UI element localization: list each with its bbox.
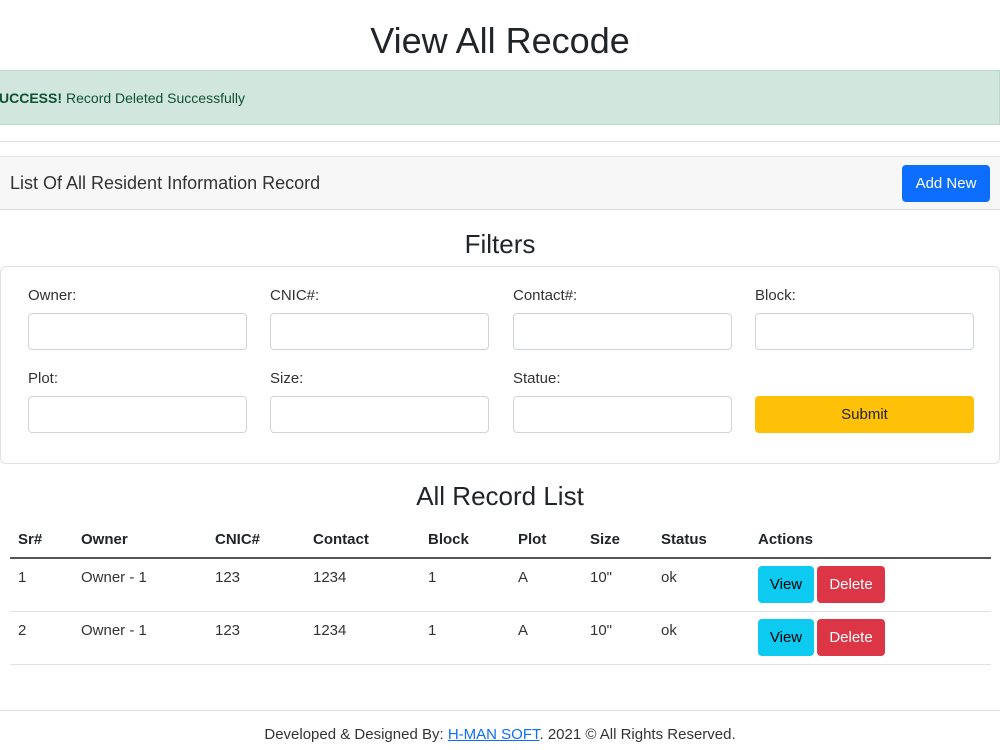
alert-message: Record Deleted Successfully [66,89,245,106]
cell-sr: 2 [10,611,73,665]
col-size: Size [582,522,653,559]
cell-status: ok [653,611,750,665]
submit-button[interactable]: Submit [755,396,974,433]
list-title: All Record List [416,481,584,511]
cell-plot: A [510,611,582,665]
cell-actions: View Delete [750,558,991,612]
col-actions: Actions [750,522,991,559]
filter-form: Owner: CNIC#: Contact#: Block: Plot: Siz… [0,266,1000,464]
cell-status: ok [653,558,750,612]
col-status: Status [653,522,750,559]
block-label: Block: [755,287,796,304]
col-sr: Sr# [10,522,73,559]
footer-suffix: . 2021 © All Rights Reserved. [539,726,736,743]
delete-button[interactable]: Delete [817,566,885,603]
footer-divider [0,710,1000,711]
cell-contact: 1234 [305,558,420,612]
page-title: View All Recode [370,20,630,61]
table-row: 2 Owner - 1 123 1234 1 A 10" ok View Dele… [10,611,991,665]
statue-label: Statue: [513,370,561,387]
record-list-header: List Of All Resident Information Record … [0,156,1000,210]
col-plot: Plot [510,522,582,559]
add-new-button[interactable]: Add New [902,164,990,202]
cell-owner: Owner - 1 [73,558,207,612]
footer: Developed & Designed By: H-MAN SOFT. 202… [0,726,1000,743]
success-alert: UCCESS! Record Deleted Successfully [0,70,1000,125]
cell-contact: 1234 [305,611,420,665]
statue-input[interactable] [513,396,732,433]
col-cnic: CNIC# [207,522,305,559]
block-input[interactable] [755,313,974,350]
delete-button[interactable]: Delete [817,618,885,656]
footer-link[interactable]: H-MAN SOFT [448,726,540,743]
contact-input[interactable] [513,313,732,350]
contact-label: Contact#: [513,287,578,304]
size-input[interactable] [270,396,489,433]
divider [0,141,1000,142]
plot-input[interactable] [28,396,247,433]
cnic-input[interactable] [270,313,489,350]
cell-actions: View Delete [750,611,991,665]
records-table: Sr# Owner CNIC# Contact Block Plot Size … [10,522,991,665]
cell-plot: A [510,558,582,612]
col-contact: Contact [305,522,420,559]
col-block: Block [420,522,510,559]
owner-input[interactable] [28,313,247,350]
cell-size: 10" [582,611,653,665]
plot-label: Plot: [28,370,59,387]
size-label: Size: [270,370,304,387]
filters-title: Filters [464,229,536,259]
cell-sr: 1 [10,558,73,612]
cell-block: 1 [420,611,510,665]
cell-cnic: 123 [207,611,305,665]
owner-label: Owner: [28,287,77,304]
cell-size: 10" [582,558,653,612]
footer-prefix: Developed & Designed By: [264,726,448,743]
cell-owner: Owner - 1 [73,611,207,665]
cell-block: 1 [420,558,510,612]
record-list-title: List Of All Resident Information Record [10,172,321,193]
cnic-label: CNIC#: [270,287,320,304]
table-row: 1 Owner - 1 123 1234 1 A 10" ok View Dele… [10,558,991,612]
view-button[interactable]: View [758,566,814,603]
table-header-row: Sr# Owner CNIC# Contact Block Plot Size … [10,522,991,559]
alert-strong: UCCESS! [0,89,63,106]
view-button[interactable]: View [758,618,814,656]
cell-cnic: 123 [207,558,305,612]
col-owner: Owner [73,522,207,559]
